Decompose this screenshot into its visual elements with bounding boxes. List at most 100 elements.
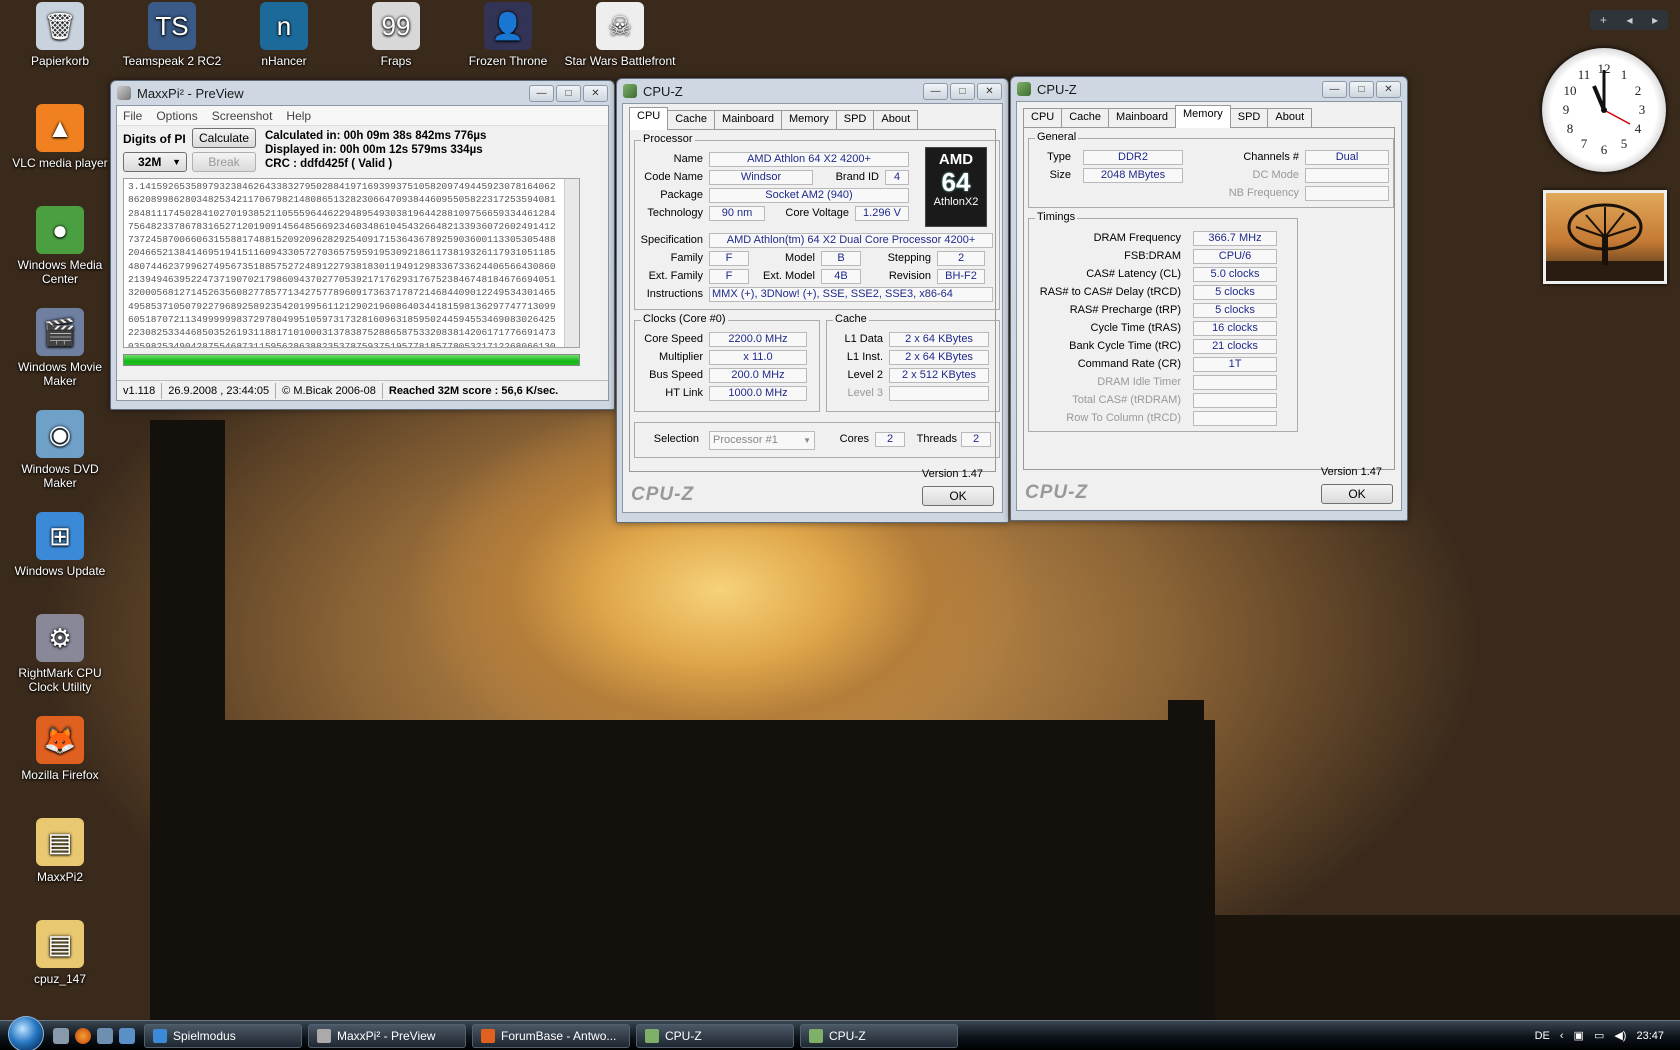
close-button[interactable]: ✕ (583, 84, 608, 102)
cpuz-memory-window[interactable]: CPU-Z — □ ✕ CPU Cache Mainboard Memory S… (1010, 76, 1408, 521)
desktop-icon-star-wars-battlefront[interactable]: ☠ Star Wars Battlefront (564, 2, 676, 68)
folder-icon: ▤ (36, 818, 84, 866)
monitor-icon[interactable]: ▭ (1594, 1029, 1604, 1042)
desktop-icon-rightmark-cpu-clock-utility[interactable]: ⚙ RightMark CPU Clock Utility (4, 614, 116, 694)
minimize-button[interactable]: — (923, 82, 948, 100)
maximize-button[interactable]: □ (556, 84, 581, 102)
taskbar-item[interactable]: Spielmodus (144, 1023, 302, 1048)
desktop-icon-nhancer[interactable]: n nHancer (228, 2, 340, 68)
timing-value: 5 clocks (1193, 303, 1277, 318)
taskbar-item[interactable]: CPU-Z (636, 1023, 794, 1048)
slideshow-gadget[interactable] (1543, 190, 1667, 284)
calculated-time: Calculated in: 00h 09m 38s 842ms 776µs (265, 130, 487, 142)
menu-screenshot[interactable]: Screenshot (212, 109, 273, 123)
minimize-button[interactable]: — (1322, 80, 1347, 98)
maxxpi-title: MaxxPi² - PreView (137, 85, 244, 101)
calculate-button[interactable]: Calculate (192, 128, 256, 148)
cpuz-app-icon (1017, 82, 1031, 96)
tab-cpu[interactable]: CPU (629, 107, 669, 130)
tab-mainboard[interactable]: Mainboard (714, 110, 783, 130)
close-button[interactable]: ✕ (1376, 80, 1401, 98)
taskbar-item[interactable]: MaxxPi² - PreView (308, 1023, 466, 1048)
taskbar-item[interactable]: ForumBase - Antwo... (472, 1023, 630, 1048)
maxxpi-window[interactable]: MaxxPi² - PreView — □ ✕ File Options Scr… (110, 80, 615, 410)
desktop-icon-fraps[interactable]: 99 Fraps (340, 2, 452, 68)
clock-gadget[interactable]: 12 1 2 345 678 9 10 11 (1542, 48, 1666, 172)
instructions-value: MMX (+), 3DNow! (+), SSE, SSE2, SSE3, x8… (709, 287, 993, 302)
tab-spd[interactable]: SPD (1229, 108, 1269, 128)
timing-label: RAS# Precharge (tRP) (1069, 304, 1181, 316)
tab-cache[interactable]: Cache (1061, 108, 1110, 128)
menu-options[interactable]: Options (156, 109, 197, 123)
cpuz-cpu-titlebar[interactable]: CPU-Z — □ ✕ (617, 79, 1008, 103)
desktop-icon[interactable] (119, 1027, 135, 1044)
extfamily-value: F (709, 269, 749, 284)
clock-time[interactable]: 23:47 (1636, 1030, 1664, 1042)
menu-file[interactable]: File (123, 109, 142, 123)
start-button[interactable] (8, 1015, 44, 1050)
desktop-icon-label: Windows Media Center (17, 258, 103, 286)
previous-icon[interactable]: ◂ (1626, 13, 1632, 27)
menu-help[interactable]: Help (286, 109, 311, 123)
tab-mainboard[interactable]: Mainboard (1108, 108, 1177, 128)
desktop-icon-vlc-media-player[interactable]: ▲ VLC media player (4, 104, 116, 170)
maximize-button[interactable]: □ (950, 82, 975, 100)
desktop-icon-windows-dvd-maker[interactable]: ◉ Windows DVD Maker (4, 410, 116, 490)
cpuz-brand-text: CPU-Z (631, 484, 695, 505)
tab-memory[interactable]: Memory (1175, 105, 1231, 128)
tab-cpu[interactable]: CPU (1023, 108, 1063, 128)
next-icon[interactable]: ▸ (1652, 13, 1658, 27)
switch-windows-icon[interactable] (97, 1027, 113, 1044)
tab-cache[interactable]: Cache (667, 110, 716, 130)
pi-digits-text: 3.14159265358979323846264338327950288419… (128, 181, 556, 348)
maxxpi-titlebar[interactable]: MaxxPi² - PreView — □ ✕ (111, 81, 614, 105)
desktop-icon-windows-media-center[interactable]: ● Windows Media Center (4, 206, 116, 286)
family-label: Family (670, 252, 703, 264)
taskbar-item-label: ForumBase - Antwo... (501, 1028, 617, 1043)
timing-value: 16 clocks (1193, 321, 1277, 336)
tab-memory[interactable]: Memory (781, 110, 837, 130)
svg-text:4: 4 (1635, 121, 1642, 136)
ok-button[interactable]: OK (1321, 484, 1393, 504)
break-button[interactable]: Break (192, 152, 256, 172)
desktop-icon-frozen-throne[interactable]: 👤 Frozen Throne (452, 2, 564, 68)
multiplier-label: Multiplier (658, 351, 703, 363)
desktop-icon-mozilla-firefox[interactable]: 🦊 Mozilla Firefox (4, 716, 116, 782)
language-indicator[interactable]: DE (1535, 1030, 1550, 1042)
taskbar-item[interactable]: CPU-Z (800, 1023, 958, 1048)
desktop-icon-papierkorb[interactable]: 🗑 Papierkorb (4, 2, 116, 68)
close-button[interactable]: ✕ (977, 82, 1002, 100)
tab-about[interactable]: About (1267, 108, 1313, 128)
firefox-icon[interactable] (75, 1027, 91, 1044)
maximize-button[interactable]: □ (1349, 80, 1374, 98)
desktop-icon-teamspeak-2-rc2[interactable]: TS Teamspeak 2 RC2 (116, 2, 228, 68)
desktop-icon-windows-movie-maker[interactable]: 🎬 Windows Movie Maker (4, 308, 116, 388)
svg-text:3: 3 (1639, 102, 1646, 117)
pi-digits-scrollbar[interactable] (564, 179, 579, 347)
system-tray: DE ‹ ▣ ▭ ◀) 23:47 (1535, 1029, 1680, 1043)
desktop-icon-maxxpi2[interactable]: ▤ MaxxPi2 (4, 818, 116, 884)
add-gadget-icon[interactable]: + (1600, 13, 1607, 27)
desktop-icon-label: Star Wars Battlefront (564, 54, 676, 68)
ok-button[interactable]: OK (922, 486, 994, 506)
sidebar-controls: + ◂ ▸ (1590, 10, 1668, 30)
nhancer-icon: n (260, 2, 308, 50)
network-icon[interactable]: ▣ (1574, 1029, 1584, 1042)
minimize-button[interactable]: — (529, 84, 554, 102)
cpuz-cpu-window[interactable]: CPU-Z — □ ✕ CPU Cache Mainboard Memory S… (616, 78, 1009, 523)
desktop-icon-windows-update[interactable]: ⊞ Windows Update (4, 512, 116, 578)
processor-select[interactable]: Processor #1 ▼ (709, 431, 815, 450)
amd-64-text: 64 (941, 167, 971, 197)
volume-icon[interactable]: ◀) (1614, 1029, 1626, 1042)
tab-about[interactable]: About (873, 110, 919, 130)
cpuz-memory-titlebar[interactable]: CPU-Z — □ ✕ (1011, 77, 1407, 101)
tab-spd[interactable]: SPD (835, 110, 875, 130)
chevron-down-icon: ▼ (803, 436, 811, 445)
chevron-left-icon[interactable]: ‹ (1560, 1030, 1564, 1042)
clocks-group: Clocks (Core #0) Core Speed 2200.0 MHz M… (634, 313, 820, 412)
digits-select[interactable]: 32M ▼ (123, 152, 187, 172)
pi-digits-textarea[interactable]: 3.14159265358979323846264338327950288419… (123, 178, 580, 348)
cpuz-memory-client: CPU Cache Mainboard Memory SPD About Gen… (1016, 101, 1402, 511)
show-desktop-icon[interactable] (53, 1027, 69, 1044)
desktop-icon-cpuz-147[interactable]: ▤ cpuz_147 (4, 920, 116, 986)
